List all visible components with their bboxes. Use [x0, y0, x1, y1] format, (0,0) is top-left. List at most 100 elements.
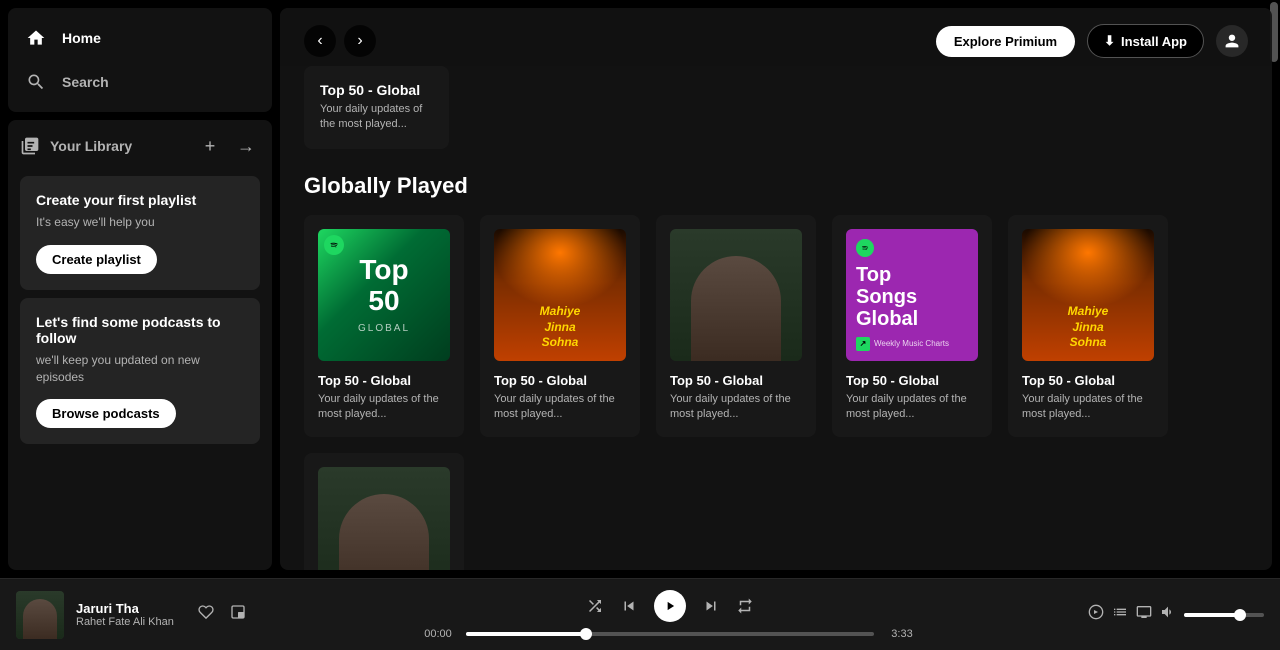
- sidebar-nav: Home Search: [8, 8, 272, 112]
- explore-premium-button[interactable]: Explore Primium: [936, 26, 1075, 57]
- bottom-card-rahat[interactable]: Top 50 - Global: [304, 453, 464, 570]
- section-title: Globally Played: [304, 173, 1248, 199]
- volume-fill: [1184, 613, 1236, 617]
- now-playing-button[interactable]: [1088, 604, 1104, 625]
- topsongs-badge: [856, 239, 874, 257]
- card-image-rahat: [670, 229, 802, 361]
- music-card-topsongs[interactable]: TopSongsGlobal ↗ Weekly Music Charts Top…: [832, 215, 992, 437]
- promo-playlist-title: Create your first playlist: [36, 192, 244, 208]
- player-right: [1044, 604, 1264, 625]
- current-time: 00:00: [420, 628, 456, 640]
- player-left: Jaruri Tha Rahet Fate Ali Khan: [16, 591, 296, 639]
- player-thumbnail: [16, 591, 64, 639]
- mahiye2-artwork: MahiyeJinnaSohna: [1022, 229, 1154, 361]
- featured-card-desc: Your daily updates of the most played...: [320, 102, 433, 133]
- nav-arrows: ‹ ›: [304, 25, 376, 57]
- featured-card[interactable]: Top 50 - Global Your daily updates of th…: [304, 66, 449, 149]
- card-image-mahiye: MahiyeJinnaSohna: [494, 229, 626, 361]
- queue-button[interactable]: [1112, 604, 1128, 625]
- promo-podcast-title: Let's find some podcasts to follow: [36, 314, 244, 346]
- home-icon: [24, 26, 48, 50]
- main-content: ‹ › Explore Primium ⬇ Install App: [280, 8, 1272, 570]
- main-layout: Home Search Your Library + →: [0, 0, 1280, 578]
- topbar: ‹ › Explore Primium ⬇ Install App: [280, 8, 1272, 66]
- topsongs-main-text: TopSongsGlobal: [856, 264, 968, 330]
- library-label: Your Library: [50, 138, 132, 154]
- cards-grid: Top50 GLOBAL Top 50 - Global Your daily …: [304, 215, 1248, 437]
- featured-card-title: Top 50 - Global: [320, 82, 433, 98]
- player-controls: [586, 590, 754, 622]
- library-header: Your Library + →: [20, 132, 260, 160]
- topsongs-artwork: TopSongsGlobal ↗ Weekly Music Charts: [846, 229, 978, 361]
- content-body: Top 50 - Global Your daily updates of th…: [280, 66, 1272, 570]
- card2-desc: Your daily updates of the most played...: [494, 392, 626, 423]
- music-card-top50[interactable]: Top50 GLOBAL Top 50 - Global Your daily …: [304, 215, 464, 437]
- promo-podcast-card: Let's find some podcasts to follow we'll…: [20, 298, 260, 445]
- promo-podcast-desc: we'll keep you updated on new episodes: [36, 352, 244, 386]
- scrollbar[interactable]: [1268, 0, 1280, 578]
- play-pause-button[interactable]: [654, 590, 686, 622]
- rahat-silhouette: [691, 256, 781, 361]
- card-image-mahiye2: MahiyeJinnaSohna: [1022, 229, 1154, 361]
- card5-desc: Your daily updates of the most played...: [1022, 392, 1154, 423]
- library-add-button[interactable]: +: [196, 132, 224, 160]
- miniplayer-button[interactable]: [226, 600, 250, 629]
- forward-button[interactable]: ›: [344, 25, 376, 57]
- player-thumb-art: [16, 591, 64, 639]
- music-card-rahat[interactable]: Top 50 - Global Your daily updates of th…: [656, 215, 816, 437]
- card3-title: Top 50 - Global: [670, 373, 802, 388]
- music-card-mahiye[interactable]: MahiyeJinnaSohna Top 50 - Global Your da…: [480, 215, 640, 437]
- bottom-card-image: [318, 467, 450, 570]
- browse-podcasts-button[interactable]: Browse podcasts: [36, 399, 176, 428]
- back-button[interactable]: ‹: [304, 25, 336, 57]
- search-icon: [24, 70, 48, 94]
- like-button[interactable]: [194, 600, 218, 629]
- weekly-label: Weekly Music Charts: [874, 339, 949, 348]
- player-bar: Jaruri Tha Rahet Fate Ali Khan: [0, 578, 1280, 650]
- mahiye-artwork: MahiyeJinnaSohna: [494, 229, 626, 361]
- bottom-silhouette: [339, 494, 429, 570]
- progress-fill: [466, 632, 588, 636]
- volume-button[interactable]: [1160, 604, 1176, 625]
- user-profile-button[interactable]: [1216, 25, 1248, 57]
- devices-button[interactable]: [1136, 604, 1152, 625]
- library-actions: + →: [196, 132, 260, 160]
- search-label: Search: [62, 74, 109, 90]
- player-song-title: Jaruri Tha: [76, 601, 174, 616]
- install-app-button[interactable]: ⬇ Install App: [1087, 24, 1204, 58]
- player-thumb-silhouette: [23, 599, 57, 639]
- progress-bar[interactable]: [466, 632, 874, 636]
- sidebar-item-home[interactable]: Home: [8, 16, 272, 60]
- library-section: Your Library + → Create your first playl…: [8, 120, 272, 570]
- repeat-button[interactable]: [736, 597, 754, 615]
- top50-artwork: Top50 GLOBAL: [318, 229, 450, 361]
- player-artist: Rahet Fate Ali Khan: [76, 616, 174, 628]
- topbar-actions: Explore Primium ⬇ Install App: [936, 24, 1248, 58]
- install-app-label: Install App: [1121, 34, 1187, 49]
- mahiye-glow: [494, 229, 626, 308]
- card4-desc: Your daily updates of the most played...: [846, 392, 978, 423]
- progress-dot: [580, 628, 592, 640]
- card1-desc: Your daily updates of the most played...: [318, 392, 450, 423]
- player-actions-left: [194, 600, 250, 629]
- bottom-rahat-artwork: [318, 467, 450, 570]
- next-button[interactable]: [702, 597, 720, 615]
- music-card-mahiye2[interactable]: MahiyeJinnaSohna Top 50 - Global Your da…: [1008, 215, 1168, 437]
- card1-title: Top 50 - Global: [318, 373, 450, 388]
- card5-title: Top 50 - Global: [1022, 373, 1154, 388]
- progress-row: 00:00 3:33: [420, 628, 920, 640]
- download-icon: ⬇: [1104, 33, 1115, 49]
- shuffle-button[interactable]: [586, 597, 604, 615]
- card3-desc: Your daily updates of the most played...: [670, 392, 802, 423]
- sidebar-item-search[interactable]: Search: [8, 60, 272, 104]
- library-expand-button[interactable]: →: [232, 132, 260, 160]
- volume-bar[interactable]: [1184, 613, 1264, 617]
- create-playlist-button[interactable]: Create playlist: [36, 245, 157, 274]
- promo-playlist-desc: It's easy we'll help you: [36, 214, 244, 231]
- right-wrapper: ‹ › Explore Primium ⬇ Install App: [280, 0, 1280, 578]
- player-info: Jaruri Tha Rahet Fate Ali Khan: [76, 601, 174, 628]
- card-image-top50: Top50 GLOBAL: [318, 229, 450, 361]
- mahiye2-text: MahiyeJinnaSohna: [1062, 304, 1115, 361]
- prev-button[interactable]: [620, 597, 638, 615]
- weekly-charts-row: ↗ Weekly Music Charts: [856, 337, 968, 351]
